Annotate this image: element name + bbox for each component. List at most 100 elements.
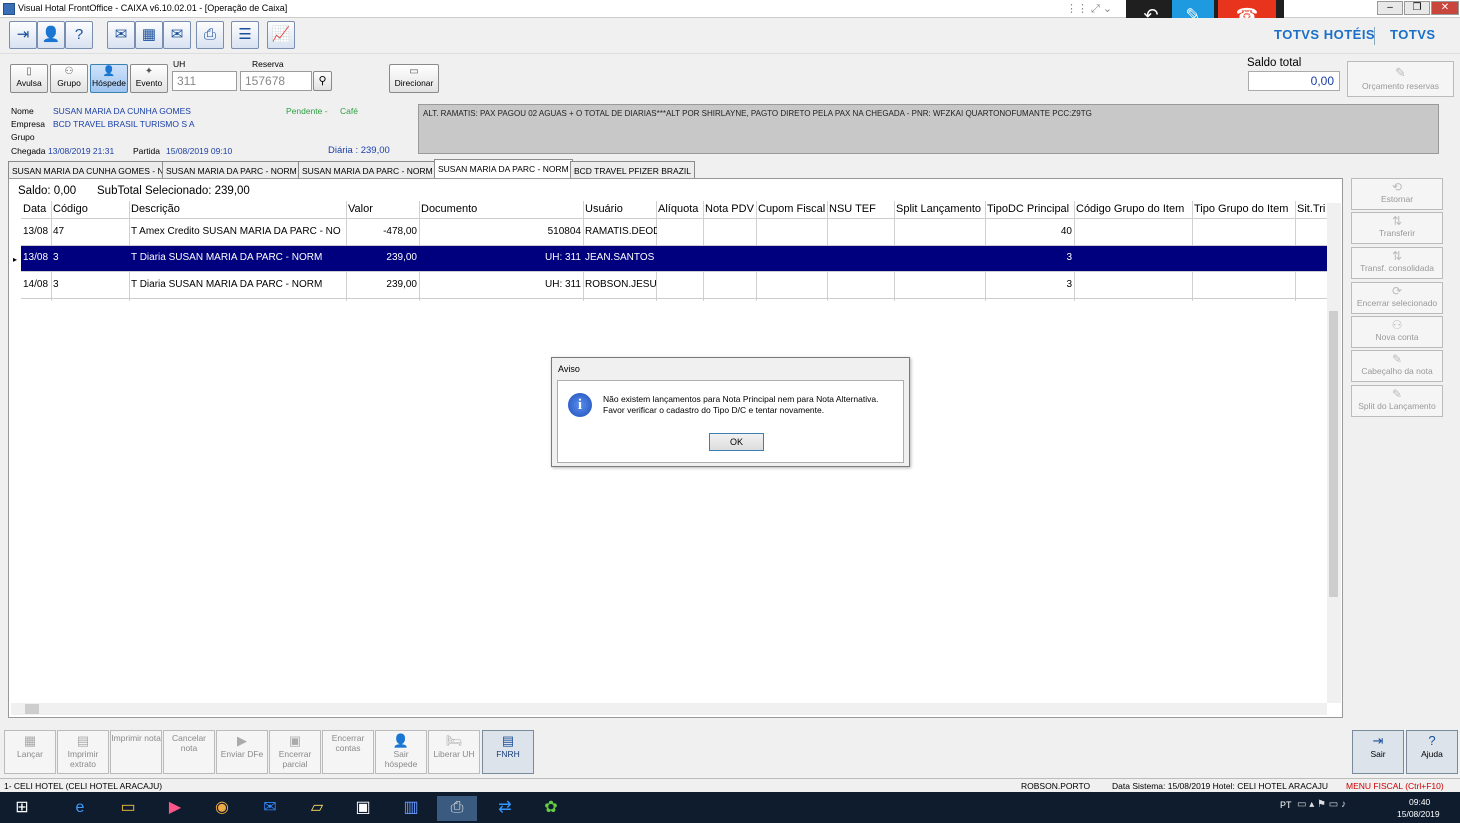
scroll-thumb[interactable] <box>1329 311 1338 597</box>
login-icon[interactable]: ⇥ <box>9 21 37 49</box>
encerrar-parcial-button[interactable]: ▣ Encerrar parcial <box>269 730 321 774</box>
col-sit-tri[interactable]: Sit.Tri <box>1297 203 1325 215</box>
info-icon: i <box>568 393 592 417</box>
col-codigo-grupo[interactable]: Código Grupo do Item <box>1076 203 1184 215</box>
hotel-app-icon[interactable]: ⎙ <box>437 796 477 821</box>
avulsa-button[interactable]: ▯ Avulsa <box>10 64 48 93</box>
start-icon[interactable]: ⊞ <box>2 796 42 821</box>
horizontal-scrollbar[interactable] <box>11 703 1327 715</box>
nova-conta-button[interactable]: ⚇ Nova conta <box>1351 316 1443 348</box>
col-nsu-tef[interactable]: NSU TEF <box>829 203 876 215</box>
transferir-button[interactable]: ⇅ Transferir <box>1351 212 1443 244</box>
col-documento[interactable]: Documento <box>421 203 477 215</box>
cabecalho-nota-button[interactable]: ✎ Cabeçalho da nota <box>1351 350 1443 382</box>
partial-close-icon: ▣ <box>288 733 302 748</box>
chart-icon[interactable]: 📈 <box>267 21 295 49</box>
subtotal-label: SubTotal Selecionado: 239,00 <box>97 185 250 197</box>
orcamento-reservas-button[interactable]: ✎ Orçamento reservas <box>1347 61 1454 97</box>
partida-label: Partida <box>133 146 160 156</box>
vertical-scrollbar[interactable] <box>1327 203 1341 703</box>
dialog-message-line2: Favor verificar o cadastro do Tipo D/C e… <box>603 405 825 415</box>
cancelar-nota-button[interactable]: Cancelar nota <box>163 730 215 774</box>
table-icon[interactable]: ☰ <box>231 21 259 49</box>
ajuda-button[interactable]: ? Ajuda <box>1406 730 1458 774</box>
table-row[interactable]: 14/08 3 T Diaria SUSAN MARIA DA PARC - N… <box>21 273 1327 299</box>
printer-icon[interactable]: ⎙ <box>196 21 224 49</box>
sair-hospede-button[interactable]: 👤 Sair hóspede <box>375 730 427 774</box>
send-mail-icon[interactable]: ✉ <box>163 21 191 49</box>
tab-account-1[interactable]: SUSAN MARIA DA CUNHA GOMES - N <box>8 161 168 178</box>
tab-account-3[interactable]: SUSAN MARIA DA PARC - NORM <box>298 161 437 178</box>
outlook-icon[interactable]: ✉ <box>250 796 290 821</box>
enviar-dfe-button[interactable]: ▶ Enviar DFe <box>216 730 268 774</box>
imprimir-nota-button[interactable]: Imprimir nota <box>110 730 162 774</box>
tray-icons[interactable]: ▭ ▴ ⚑ ▭ ♪ <box>1297 799 1346 810</box>
col-data[interactable]: Data <box>23 203 46 215</box>
minimize-button[interactable]: – <box>1377 1 1403 15</box>
grid-icon[interactable]: ⋮⋮ ⤢ ⌄ <box>1066 2 1112 16</box>
col-tipodc[interactable]: TipoDC Principal <box>987 203 1069 215</box>
encerrar-contas-button[interactable]: Encerrar contas <box>322 730 374 774</box>
encerrar-selecionado-button[interactable]: ⟳ Encerrar selecionado <box>1351 282 1443 314</box>
lancar-button[interactable]: ▦ Lançar <box>4 730 56 774</box>
table-row-selected[interactable]: 13/08 3 T Diaria SUSAN MARIA DA PARC - N… <box>21 246 1327 272</box>
col-tipo-grupo[interactable]: Tipo Grupo do Item <box>1194 203 1288 215</box>
ie-icon[interactable]: e <box>60 796 100 821</box>
col-usuario[interactable]: Usuário <box>585 203 623 215</box>
estornar-button[interactable]: ⟲ Estornar <box>1351 178 1443 210</box>
col-split[interactable]: Split Lançamento <box>896 203 981 215</box>
col-nota-pdv[interactable]: Nota PDV <box>705 203 754 215</box>
direcionar-button[interactable]: ▭ Direcionar <box>389 64 439 93</box>
clock-date: 15/08/2019 <box>1397 809 1440 819</box>
hospede-button[interactable]: 👤 Hóspede <box>90 64 128 93</box>
chrome-icon[interactable]: ◉ <box>202 796 242 821</box>
menu-fiscal[interactable]: MENU FISCAL (Ctrl+F10) <box>1346 781 1444 791</box>
chegada-label: Chegada <box>11 146 46 156</box>
help-icon[interactable]: ? <box>65 21 93 49</box>
evento-button[interactable]: ✦ Evento <box>130 64 168 93</box>
daily-rate: Diária : 239,00 <box>328 145 390 156</box>
sair-button[interactable]: ⇥ Sair <box>1352 730 1404 774</box>
frog-app-icon[interactable]: ✿ <box>531 796 571 821</box>
col-codigo[interactable]: Código <box>53 203 88 215</box>
fnrh-button[interactable]: ▤ FNRH <box>482 730 534 774</box>
guest-company: BCD TRAVEL BRASIL TURISMO S A <box>53 119 195 129</box>
tab-account-4[interactable]: SUSAN MARIA DA PARC - NORM <box>434 159 573 179</box>
ok-button[interactable]: OK <box>709 433 764 451</box>
folder-icon[interactable]: ▭ <box>108 796 148 821</box>
h-scroll-thumb[interactable] <box>25 704 39 714</box>
close-button[interactable]: ✕ <box>1431 1 1459 15</box>
reserva-input[interactable]: 157678 <box>240 71 312 91</box>
split-lancamento-button[interactable]: ✎ Split do Lançamento <box>1351 385 1443 417</box>
window-title: Visual Hotal FrontOffice - CAIXA v6.10.0… <box>18 3 288 13</box>
language-indicator[interactable]: PT <box>1280 800 1292 810</box>
restore-button[interactable]: ❐ <box>1404 1 1430 15</box>
budget-icon: ✎ <box>1395 65 1406 80</box>
transfer-consolidated-icon: ⇅ <box>1391 249 1403 263</box>
grupo-button[interactable]: ⚇ Grupo <box>50 64 88 93</box>
teamviewer-icon[interactable]: ⇄ <box>485 796 525 821</box>
uh-input[interactable]: 311 <box>172 71 237 91</box>
guest-notes[interactable]: ALT. RAMATIS: PAX PAGOU 02 AGUAS + O TOT… <box>418 104 1439 154</box>
table-row[interactable]: 13/08 47 T Amex Credito SUSAN MARIA DA P… <box>21 220 1327 246</box>
status-hotel: 1- CELI HOTEL (CELI HOTEL ARACAJU) <box>4 781 163 791</box>
user-icon[interactable]: 👤 <box>37 21 65 49</box>
building-icon[interactable]: ▥ <box>391 796 431 821</box>
imprimir-extrato-button[interactable]: ▤ Imprimir extrato <box>57 730 109 774</box>
transf-consolidada-button[interactable]: ⇅ Transf. consolidada <box>1351 247 1443 279</box>
col-cupom-fiscal[interactable]: Cupom Fiscal <box>758 203 825 215</box>
liberar-uh-button[interactable]: 🛏 Liberar UH <box>428 730 480 774</box>
col-valor[interactable]: Valor <box>348 203 373 215</box>
tab-account-2[interactable]: SUSAN MARIA DA PARC - NORM <box>162 161 301 178</box>
search-icon[interactable]: ⚲ <box>313 71 332 91</box>
print-statement-icon: ▤ <box>76 733 90 748</box>
col-aliquota[interactable]: Alíquota <box>658 203 698 215</box>
mail-icon[interactable]: ✉ <box>107 21 135 49</box>
terminal-icon[interactable]: ▣ <box>343 796 383 821</box>
main-toolbar: ⇥ 👤 ? ✉ ▦ ✉ ⎙ ☰ 📈 TOTVS HOTÉIS TOTVS <box>0 18 1460 54</box>
media-player-icon[interactable]: ▶ <box>155 796 195 821</box>
calculator-icon[interactable]: ▦ <box>135 21 163 49</box>
col-descricao[interactable]: Descrição <box>131 203 180 215</box>
notes-icon[interactable]: ▱ <box>297 796 337 821</box>
tab-account-5[interactable]: BCD TRAVEL PFIZER BRAZIL <box>570 161 695 178</box>
